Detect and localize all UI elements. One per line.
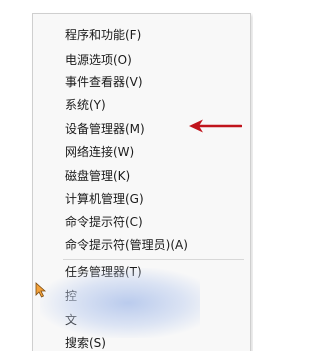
- menu-item-programs-and-features[interactable]: 程序和功能(F): [65, 28, 141, 42]
- menu-item-device-manager[interactable]: 设备管理器(M): [65, 122, 145, 136]
- menu-item-disk-management[interactable]: 磁盘管理(K): [65, 169, 130, 183]
- menu-item-control-panel[interactable]: 控: [65, 289, 77, 303]
- context-menu: 程序和功能(F) 电源选项(O) 事件查看器(V) 系统(Y) 设备管理器(M)…: [32, 13, 251, 351]
- menu-item-command-prompt-admin[interactable]: 命令提示符(管理员)(A): [65, 238, 188, 252]
- menu-item-system[interactable]: 系统(Y): [65, 98, 106, 112]
- menu-item-network-connections[interactable]: 网络连接(W): [65, 145, 134, 159]
- menu-item-search[interactable]: 搜索(S): [65, 336, 106, 350]
- menu-item-file-explorer[interactable]: 文: [65, 313, 77, 327]
- menu-item-task-manager[interactable]: 任务管理器(T): [65, 265, 142, 279]
- menu-item-computer-management[interactable]: 计算机管理(G): [65, 192, 144, 206]
- red-arrow-icon: [189, 119, 242, 133]
- menu-item-event-viewer[interactable]: 事件查看器(V): [65, 75, 143, 89]
- menu-item-command-prompt[interactable]: 命令提示符(C): [65, 215, 143, 229]
- menu-separator: [63, 259, 244, 260]
- screenshot-canvas: 程序和功能(F) 电源选项(O) 事件查看器(V) 系统(Y) 设备管理器(M)…: [0, 0, 253, 351]
- mouse-cursor-icon: [35, 282, 47, 298]
- menu-item-power-options[interactable]: 电源选项(O): [65, 53, 132, 67]
